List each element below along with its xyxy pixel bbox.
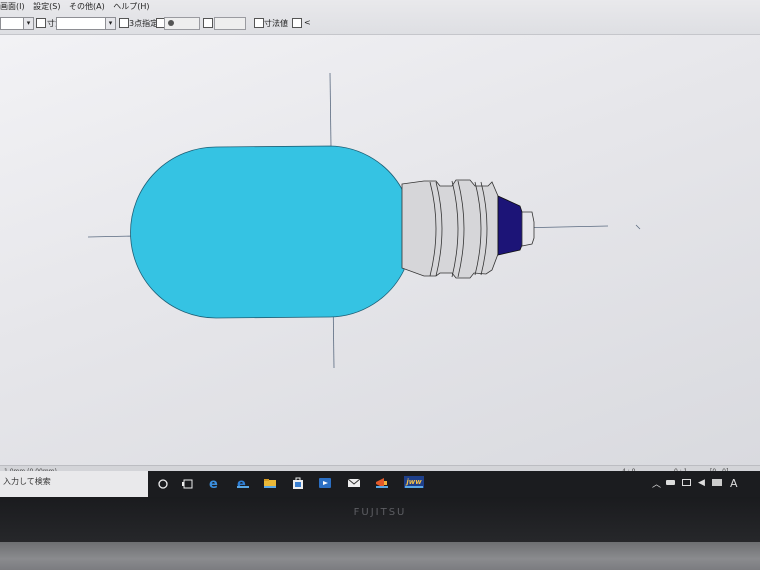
menu-item-settings[interactable]: 設定(S): [33, 1, 60, 12]
size-dropdown[interactable]: ▾: [56, 17, 116, 30]
chevron-down-icon: ▾: [105, 18, 115, 29]
drawing-canvas[interactable]: [0, 35, 760, 465]
task-view-icon[interactable]: [181, 475, 195, 489]
marker-tick: [635, 224, 641, 230]
dimension-checkbox[interactable]: [254, 18, 264, 28]
disabled-field[interactable]: [214, 17, 246, 30]
ie-icon[interactable]: e: [236, 475, 250, 492]
menu-item-view[interactable]: 画面(I): [0, 1, 25, 12]
chevron-down-icon: ▾: [23, 18, 33, 29]
bulb-glass: [130, 145, 405, 319]
keyboard-icon[interactable]: [712, 479, 722, 486]
circle-icon: [168, 20, 174, 26]
active-indicator: [264, 486, 276, 488]
battery-icon[interactable]: [666, 480, 675, 485]
three-point-checkbox[interactable]: [119, 18, 129, 28]
monitor-screen: 画面(I) 設定(S) その他(A) ヘルプ(H) ▾ 寸法 ▾ 3点指定 寸法…: [0, 0, 760, 497]
media-player-icon[interactable]: [318, 475, 332, 489]
menu-item-other[interactable]: その他(A): [69, 1, 105, 12]
menu-bar: 画面(I) 設定(S) その他(A) ヘルプ(H): [0, 1, 156, 12]
network-icon[interactable]: [682, 479, 691, 486]
dimension-label: 寸法値: [264, 19, 288, 28]
active-indicator: [237, 486, 249, 488]
jww-icon[interactable]: jww: [404, 475, 424, 489]
laptop-keyboard-edge: [0, 542, 760, 570]
circle-value-field[interactable]: [164, 17, 200, 30]
cad-toolbar: 画面(I) 設定(S) その他(A) ヘルプ(H) ▾ 寸法 ▾ 3点指定 寸法…: [0, 0, 760, 35]
start-circle-icon[interactable]: [156, 475, 170, 489]
blank-checkbox[interactable]: [203, 18, 213, 28]
svg-text:e: e: [237, 477, 246, 490]
arrow-checkbox[interactable]: [292, 18, 302, 28]
three-point-label: 3点指定: [129, 19, 159, 28]
windows-taskbar: 入力して検索 e e jww ︿ ◀ A: [0, 471, 760, 497]
size-checkbox[interactable]: [36, 18, 46, 28]
drawing-svg: [87, 72, 641, 369]
options-row: ▾ 寸法 ▾ 3点指定 寸法値 <: [0, 17, 760, 31]
file-explorer-icon[interactable]: [263, 475, 277, 489]
edge-icon[interactable]: e: [208, 475, 222, 492]
arrow-label: <: [304, 18, 311, 27]
menu-item-help[interactable]: ヘルプ(H): [113, 1, 149, 12]
ime-indicator[interactable]: A: [730, 477, 738, 490]
layer-dropdown[interactable]: ▾: [0, 17, 34, 30]
active-indicator: [405, 486, 423, 488]
megaphone-icon[interactable]: [375, 475, 389, 489]
monitor-bezel: FUJITSU: [0, 497, 760, 542]
active-indicator: [376, 486, 388, 488]
chevron-up-icon[interactable]: ︿: [652, 477, 661, 490]
mail-icon[interactable]: [347, 475, 361, 489]
system-tray: ︿ ◀ A: [650, 471, 760, 497]
svg-text:e: e: [209, 477, 218, 490]
bulb-contact: [521, 211, 535, 247]
taskbar-search-box[interactable]: 入力して検索: [0, 471, 148, 497]
volume-icon[interactable]: ◀: [698, 478, 705, 488]
bulb-tip: [497, 195, 525, 256]
brand-logo: FUJITSU: [353, 507, 407, 518]
store-icon[interactable]: [291, 475, 305, 489]
